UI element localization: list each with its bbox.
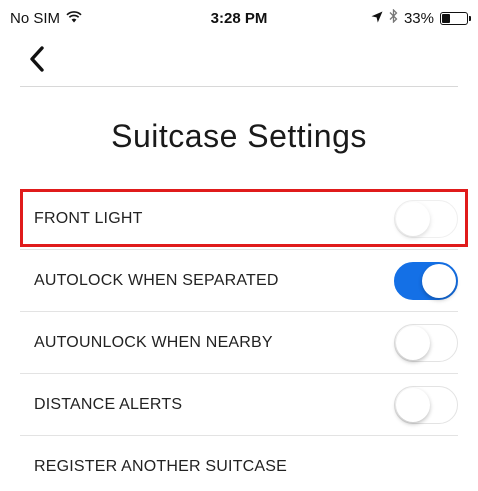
setting-autounlock: AUTOUNLOCK WHEN NEARBY [20, 312, 458, 374]
chevron-left-icon [28, 45, 46, 77]
toggle-knob [422, 263, 456, 298]
nav-bar [0, 36, 478, 86]
status-left: No SIM [10, 10, 82, 27]
front-light-toggle[interactable] [394, 199, 458, 238]
bluetooth-icon [389, 8, 398, 27]
battery-icon [440, 11, 471, 25]
battery-fill [442, 13, 450, 23]
carrier-label: No SIM [10, 9, 61, 27]
nav-divider [20, 86, 458, 87]
setting-label: FRONT LIGHT [34, 209, 143, 227]
toggle-knob [396, 201, 430, 236]
setting-autolock: AUTOLOCK WHEN SEPARATED [20, 250, 458, 312]
setting-label: DISTANCE ALERTS [34, 395, 183, 413]
battery-percent: 33% [403, 9, 434, 27]
location-arrow-icon [371, 10, 383, 27]
page-title: Suitcase Settings [111, 118, 367, 154]
back-button[interactable] [20, 44, 54, 78]
settings-list: FRONT LIGHT AUTOLOCK WHEN SEPARATED AUTO… [20, 188, 458, 491]
status-bar: No SIM 3:28 PM 33% [0, 0, 478, 36]
distance-alerts-toggle[interactable] [394, 385, 458, 424]
autounlock-toggle[interactable] [394, 323, 458, 362]
status-right: 33% [371, 8, 471, 27]
setting-label: AUTOLOCK WHEN SEPARATED [34, 271, 279, 289]
autolock-toggle[interactable] [394, 261, 458, 300]
settings-screen: No SIM 3:28 PM 33% Suitcase Settings FRO… [0, 0, 478, 491]
setting-distance-alerts: DISTANCE ALERTS [20, 374, 458, 436]
setting-label: REGISTER ANOTHER SUITCASE [34, 458, 288, 475]
wifi-icon [66, 10, 82, 27]
toggle-knob [396, 387, 430, 422]
setting-front-light: FRONT LIGHT [20, 188, 458, 250]
toggle-knob [396, 325, 430, 360]
register-another-suitcase-row[interactable]: REGISTER ANOTHER SUITCASE [20, 436, 458, 491]
setting-label: AUTOUNLOCK WHEN NEARBY [34, 333, 273, 351]
